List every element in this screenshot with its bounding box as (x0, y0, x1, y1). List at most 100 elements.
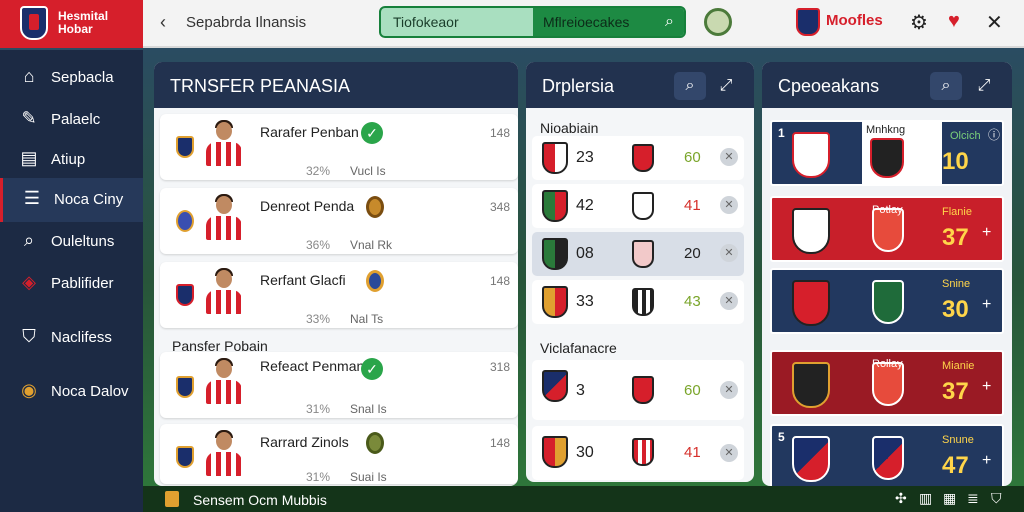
stat-value: 37 (942, 378, 969, 405)
close-icon[interactable]: ✕ (720, 381, 738, 399)
match-value: 60 (684, 382, 701, 399)
sidebar-item-label: Noca Ciny (54, 191, 124, 208)
panel-title: Drplersia (542, 76, 615, 96)
sidebar-item-label: Ouleltuns (51, 233, 115, 250)
grid-icon[interactable]: ▦ (943, 490, 956, 507)
stats-icon[interactable]: ▥ (919, 490, 932, 507)
match-score: 3 (576, 382, 585, 399)
stat-label: Snine (942, 278, 971, 290)
match-row[interactable]: 23 60 ✕ (532, 136, 744, 180)
section-label: Viclafanacre (540, 340, 617, 356)
player-status: Vucl Is (350, 164, 386, 178)
club-crest-icon (792, 208, 830, 254)
coin-icon (366, 270, 384, 292)
club-crest-icon (792, 280, 830, 326)
club-label: Potlay (872, 204, 903, 216)
building-icon: ▤ (20, 148, 38, 168)
sidebar-item-home[interactable]: ⌂ Sepbacla (0, 56, 143, 100)
settings-icon[interactable]: ⚙ (910, 10, 928, 35)
coin-icon (366, 432, 384, 454)
close-icon[interactable]: ✕ (720, 148, 738, 166)
player-status: Snal Is (350, 402, 387, 416)
player-number: 148 (490, 126, 511, 140)
close-icon[interactable]: ✕ (720, 444, 738, 462)
match-score: 33 (576, 293, 594, 310)
transfer-row[interactable]: Denreot Penda 348 36% Vnal Rk (160, 188, 518, 254)
menu-icon[interactable]: ≣ (967, 490, 979, 507)
close-icon[interactable]: ✕ (720, 244, 738, 262)
shield-check-icon[interactable]: ⛉ (991, 490, 1002, 507)
standings-panel: Cpeoeakans ⌕ ⤢ 1 Mnhkng Olcich ⓘ 10 Potl… (762, 62, 1012, 486)
player-name: Rerfant Glacfi (260, 272, 346, 288)
info-icon[interactable]: ⓘ (988, 126, 1000, 143)
tools-icon: ✎ (21, 108, 37, 128)
add-icon[interactable]: + (982, 296, 991, 314)
club-logo-icon[interactable] (20, 6, 48, 40)
standing-card[interactable]: Potlay Flanie 37 + (770, 196, 1004, 262)
transfer-row[interactable]: Rarrard Zinols 148 31% Suai Is (160, 424, 518, 484)
transfer-panel-header: TRNSFER PEANASIA (154, 62, 518, 108)
sidebar-item-badge[interactable]: ◉ Noca Dalov (0, 370, 143, 414)
player-avatar (206, 430, 242, 480)
sidebar-item-club[interactable]: ◈ Pablifider (0, 262, 143, 306)
search-filter-label[interactable]: Mflreioecakes (533, 8, 684, 36)
close-icon[interactable]: ✕ (986, 10, 1003, 35)
match-value: 20 (684, 245, 701, 262)
sidebar-item-tools[interactable]: ✎ Palaelc (0, 98, 143, 142)
team-shield-icon[interactable] (796, 8, 820, 36)
search-bar[interactable]: Mflreioecakes ⌕ (379, 6, 686, 38)
user-label[interactable]: Moofles (826, 12, 883, 29)
sidebar-item-label: Noca Dalov (51, 383, 129, 400)
sidebar-item-search[interactable]: ⌕ Ouleltuns (0, 220, 143, 264)
transfer-row[interactable]: Refeact Penman ✓ 318 31% Snal Is (160, 352, 518, 418)
home-icon: ⌂ (23, 66, 35, 86)
match-row[interactable]: 42 41 ✕ (532, 184, 744, 228)
transfer-panel: TRNSFER PEANASIA Rarafer Penban ✓ 148 32… (154, 62, 518, 486)
expand-icon[interactable]: ⤢ (968, 72, 1000, 100)
away-crest-icon (632, 288, 654, 316)
match-row[interactable]: 3 60 ✕ (532, 360, 744, 420)
search-icon[interactable]: ⌕ (930, 72, 962, 100)
close-icon[interactable]: ✕ (720, 196, 738, 214)
player-number: 348 (490, 200, 511, 214)
add-icon[interactable]: + (982, 378, 991, 396)
check-icon: ✓ (361, 122, 383, 144)
search-input[interactable] (381, 8, 533, 36)
favorites-icon[interactable]: ♥ (948, 10, 960, 33)
stat-value: 10 (942, 148, 969, 175)
bottom-bar: Sensem Ocm Mubbis ✣ ▥ ▦ ≣ ⛉ (143, 486, 1024, 512)
standing-card[interactable]: 1 Mnhkng Olcich ⓘ 10 (770, 120, 1004, 186)
check-icon: ✓ (361, 358, 383, 380)
match-row[interactable]: 33 43 ✕ (532, 280, 744, 324)
player-number: 318 (490, 360, 511, 374)
puzzle-icon[interactable]: ✣ (895, 490, 907, 507)
match-value: 41 (684, 444, 701, 461)
player-percent: 31% (306, 402, 331, 416)
sidebar-item-label: Palaelc (51, 111, 101, 128)
away-crest-icon (632, 144, 654, 172)
transfer-row[interactable]: Rarafer Penban ✓ 148 32% Vucl Is (160, 114, 518, 180)
league-badge-icon[interactable] (704, 8, 732, 36)
standing-card[interactable]: Rollay Mianie 37 + (770, 350, 1004, 416)
sidebar-item-building[interactable]: ▤ Atiup (0, 138, 143, 182)
stat-label: Snune (942, 434, 974, 446)
search-icon[interactable]: ⌕ (674, 72, 706, 100)
standing-card[interactable]: 5 Snune 47 + (770, 424, 1004, 486)
add-icon[interactable]: + (982, 452, 991, 470)
sidebar-item-label: Atiup (51, 151, 86, 168)
away-crest-icon (632, 240, 654, 268)
add-icon[interactable]: + (982, 224, 991, 242)
match-row[interactable]: 08 20 ✕ (532, 232, 744, 276)
expand-icon[interactable]: ⤢ (710, 72, 742, 100)
club-tile: Mnhkng (862, 122, 942, 184)
stat-label: Olcich (950, 130, 981, 142)
sidebar-item-list[interactable]: ☰ Noca Ciny (0, 178, 143, 222)
match-row[interactable]: 30 41 ✕ (532, 426, 744, 480)
stat-value: 47 (942, 452, 969, 479)
transfer-row[interactable]: Rerfant Glacfi 148 33% Nal Ts (160, 262, 518, 328)
standing-card[interactable]: Snine 30 + (770, 268, 1004, 334)
sidebar-item-shield[interactable]: ⛉ Naclifess (0, 316, 143, 360)
close-icon[interactable]: ✕ (720, 292, 738, 310)
search-icon[interactable]: ⌕ (665, 13, 674, 31)
back-icon[interactable]: ‹ (160, 12, 166, 33)
